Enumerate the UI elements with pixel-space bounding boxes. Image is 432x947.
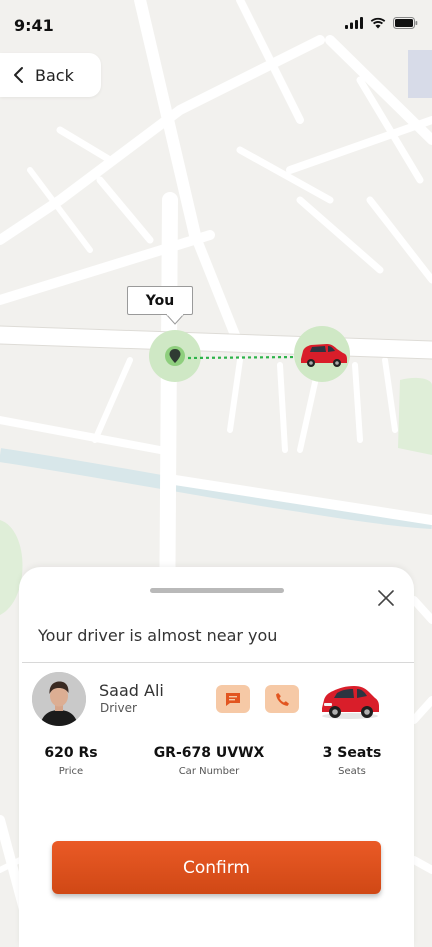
sheet-handle[interactable] xyxy=(150,588,284,593)
driver-role: Driver xyxy=(100,701,137,715)
seats-info: 3 Seats Seats xyxy=(312,745,392,777)
avatar xyxy=(32,672,86,726)
price-value: 620 Rs xyxy=(44,745,98,761)
battery-icon xyxy=(393,17,418,29)
phone-icon xyxy=(275,692,289,706)
tooltip-tail xyxy=(166,314,184,325)
driver-sheet: Your driver is almost near you Saad Ali … xyxy=(19,567,414,947)
close-button[interactable] xyxy=(374,586,398,610)
status-time: 9:41 xyxy=(14,16,54,35)
price-info: 620 Rs Price xyxy=(41,745,101,777)
confirm-button[interactable]: Confirm xyxy=(52,841,381,894)
signal-icon xyxy=(345,17,363,29)
car-number-value: GR-678 UVWX xyxy=(153,745,265,761)
you-label: You xyxy=(127,286,193,315)
sheet-title: Your driver is almost near you xyxy=(38,626,278,645)
back-label: Back xyxy=(35,65,74,85)
price-label: Price xyxy=(58,766,84,777)
chat-icon xyxy=(226,692,240,706)
seats-value: 3 Seats xyxy=(322,745,382,761)
divider xyxy=(22,662,414,663)
call-button[interactable] xyxy=(265,685,299,713)
chevron-left-icon xyxy=(14,67,23,83)
wifi-icon xyxy=(370,17,386,29)
message-button[interactable] xyxy=(216,685,250,713)
car-number-info: GR-678 UVWX Car Number xyxy=(149,745,269,777)
car-number-label: Car Number xyxy=(178,766,240,777)
close-icon xyxy=(378,590,394,606)
car-image xyxy=(322,686,379,719)
status-bar: 9:41 xyxy=(0,0,432,50)
driver-name: Saad Ali xyxy=(99,681,164,700)
back-button[interactable]: Back xyxy=(0,53,101,97)
seats-label: Seats xyxy=(338,766,366,777)
